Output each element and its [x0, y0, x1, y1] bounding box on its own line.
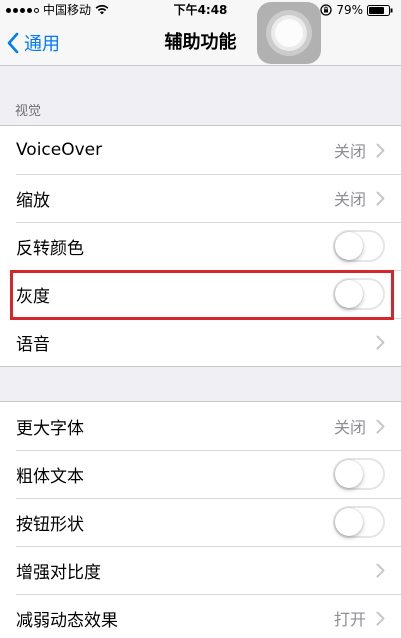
row-reduce-motion[interactable]: 减弱动态效果 打开 — [0, 594, 401, 638]
navigation-bar: 通用 辅助功能 — [0, 20, 401, 66]
row-bold-text: 粗体文本 — [0, 450, 401, 498]
row-speech[interactable]: 语音 — [0, 318, 401, 366]
row-grayscale: 灰度 — [0, 270, 401, 318]
chevron-right-icon — [376, 191, 385, 205]
chevron-right-icon — [376, 419, 385, 433]
row-zoom[interactable]: 缩放 关闭 — [0, 174, 401, 222]
row-detail: 关闭 — [333, 142, 366, 161]
row-label: 减弱动态效果 — [16, 610, 118, 631]
row-invert-colors: 反转颜色 — [0, 222, 401, 270]
row-label: VoiceOver — [16, 140, 103, 160]
assistive-touch-button[interactable] — [257, 2, 321, 64]
row-label: 更大字体 — [16, 418, 84, 439]
settings-group-vision: VoiceOver 关闭 缩放 关闭 反转颜色 灰度 语音 — [0, 125, 401, 367]
chevron-right-icon — [376, 143, 385, 157]
chevron-right-icon — [376, 611, 385, 625]
rotation-lock-icon — [320, 4, 332, 16]
chevron-right-icon — [376, 563, 385, 577]
row-label: 反转颜色 — [16, 238, 84, 259]
settings-group-text: 更大字体 关闭 粗体文本 按钮形状 增强对比度 减弱动态效果 打开 — [0, 401, 401, 638]
row-label: 增强对比度 — [16, 562, 101, 583]
row-button-shapes: 按钮形状 — [0, 498, 401, 546]
status-right: 79% — [320, 0, 393, 20]
button-shapes-toggle[interactable] — [333, 506, 385, 538]
grayscale-toggle[interactable] — [333, 278, 385, 310]
row-detail: 关闭 — [333, 418, 366, 437]
page-title: 辅助功能 — [164, 32, 237, 53]
row-label: 粗体文本 — [16, 466, 84, 487]
row-label: 按钮形状 — [16, 514, 84, 535]
row-label: 灰度 — [16, 286, 50, 307]
row-label: 语音 — [16, 334, 50, 355]
row-increase-contrast[interactable]: 增强对比度 — [0, 546, 401, 594]
invert-colors-toggle[interactable] — [333, 230, 385, 262]
row-voiceover[interactable]: VoiceOver 关闭 — [0, 126, 401, 174]
bold-text-toggle[interactable] — [333, 458, 385, 490]
row-detail: 打开 — [333, 610, 366, 629]
row-larger-text[interactable]: 更大字体 关闭 — [0, 402, 401, 450]
row-detail: 关闭 — [333, 190, 366, 209]
status-bar: 中国移动 下午4:48 79% — [0, 0, 401, 20]
section-header-vision: 视觉 — [15, 104, 42, 119]
chevron-right-icon — [376, 335, 385, 349]
battery-percent: 79% — [336, 3, 363, 17]
row-label: 缩放 — [16, 190, 50, 211]
battery-icon — [367, 4, 393, 16]
